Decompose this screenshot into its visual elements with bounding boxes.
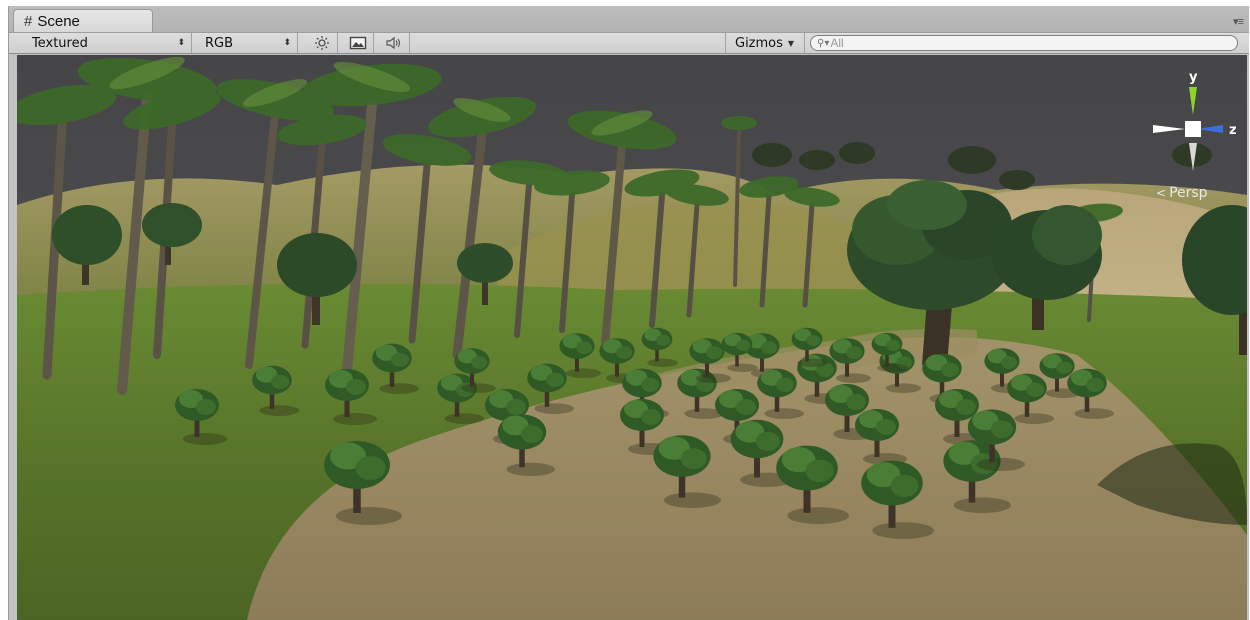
- gizmo-z-label: z: [1229, 123, 1237, 138]
- gizmo-y-cone[interactable]: [1189, 87, 1197, 115]
- gizmos-dropdown[interactable]: Gizmos ▼: [725, 33, 805, 53]
- updown-arrow-icon: ⬍: [283, 38, 291, 48]
- tab-menu-icon[interactable]: ▾≡: [1233, 15, 1244, 28]
- gizmo-y-label: y: [1189, 70, 1198, 85]
- scene-window: # Scene ▾≡ Textured ⬍ RGB ⬍ Gizmos ▼ ⚲▾ …: [8, 6, 1249, 620]
- tab-scene-label: Scene: [37, 12, 80, 30]
- scene-fx-toggle-button[interactable]: [342, 33, 374, 53]
- projection-label: Persp: [1169, 185, 1208, 201]
- audio-toggle-button[interactable]: [378, 33, 410, 53]
- lighting-toggle-button[interactable]: [306, 33, 338, 53]
- scene-toolbar: Textured ⬍ RGB ⬍ Gizmos ▼ ⚲▾ All: [9, 32, 1249, 54]
- updown-arrow-icon: ⬍: [177, 38, 185, 48]
- gizmo-x-cone[interactable]: [1153, 125, 1185, 133]
- search-field[interactable]: ⚲▾: [810, 35, 1238, 51]
- gizmos-label: Gizmos: [735, 35, 783, 51]
- render-mode-value: Textured: [32, 35, 88, 51]
- projection-toggle[interactable]: < Persp: [1156, 185, 1208, 201]
- tab-bar: # Scene ▾≡: [9, 6, 1249, 32]
- search-icon: ⚲▾: [817, 37, 830, 49]
- gizmo-neg-y-cone[interactable]: [1189, 143, 1197, 171]
- gizmo-center-cube[interactable]: [1185, 121, 1201, 137]
- search-input[interactable]: [830, 36, 1211, 50]
- left-arrow-icon: <: [1156, 186, 1167, 200]
- scene-view-render: [17, 55, 1247, 620]
- dropdown-arrow-icon: ▼: [787, 38, 795, 48]
- scene-viewport[interactable]: y z < Persp: [17, 55, 1247, 620]
- speaker-icon: [385, 36, 400, 50]
- color-mode-value: RGB: [205, 35, 234, 51]
- tab-scene[interactable]: # Scene: [13, 9, 153, 32]
- image-icon: [349, 36, 366, 50]
- sun-icon: [314, 36, 329, 50]
- render-mode-dropdown[interactable]: Textured ⬍: [17, 33, 192, 53]
- scene-grid-icon: #: [24, 12, 33, 30]
- color-mode-dropdown[interactable]: RGB ⬍: [193, 33, 298, 53]
